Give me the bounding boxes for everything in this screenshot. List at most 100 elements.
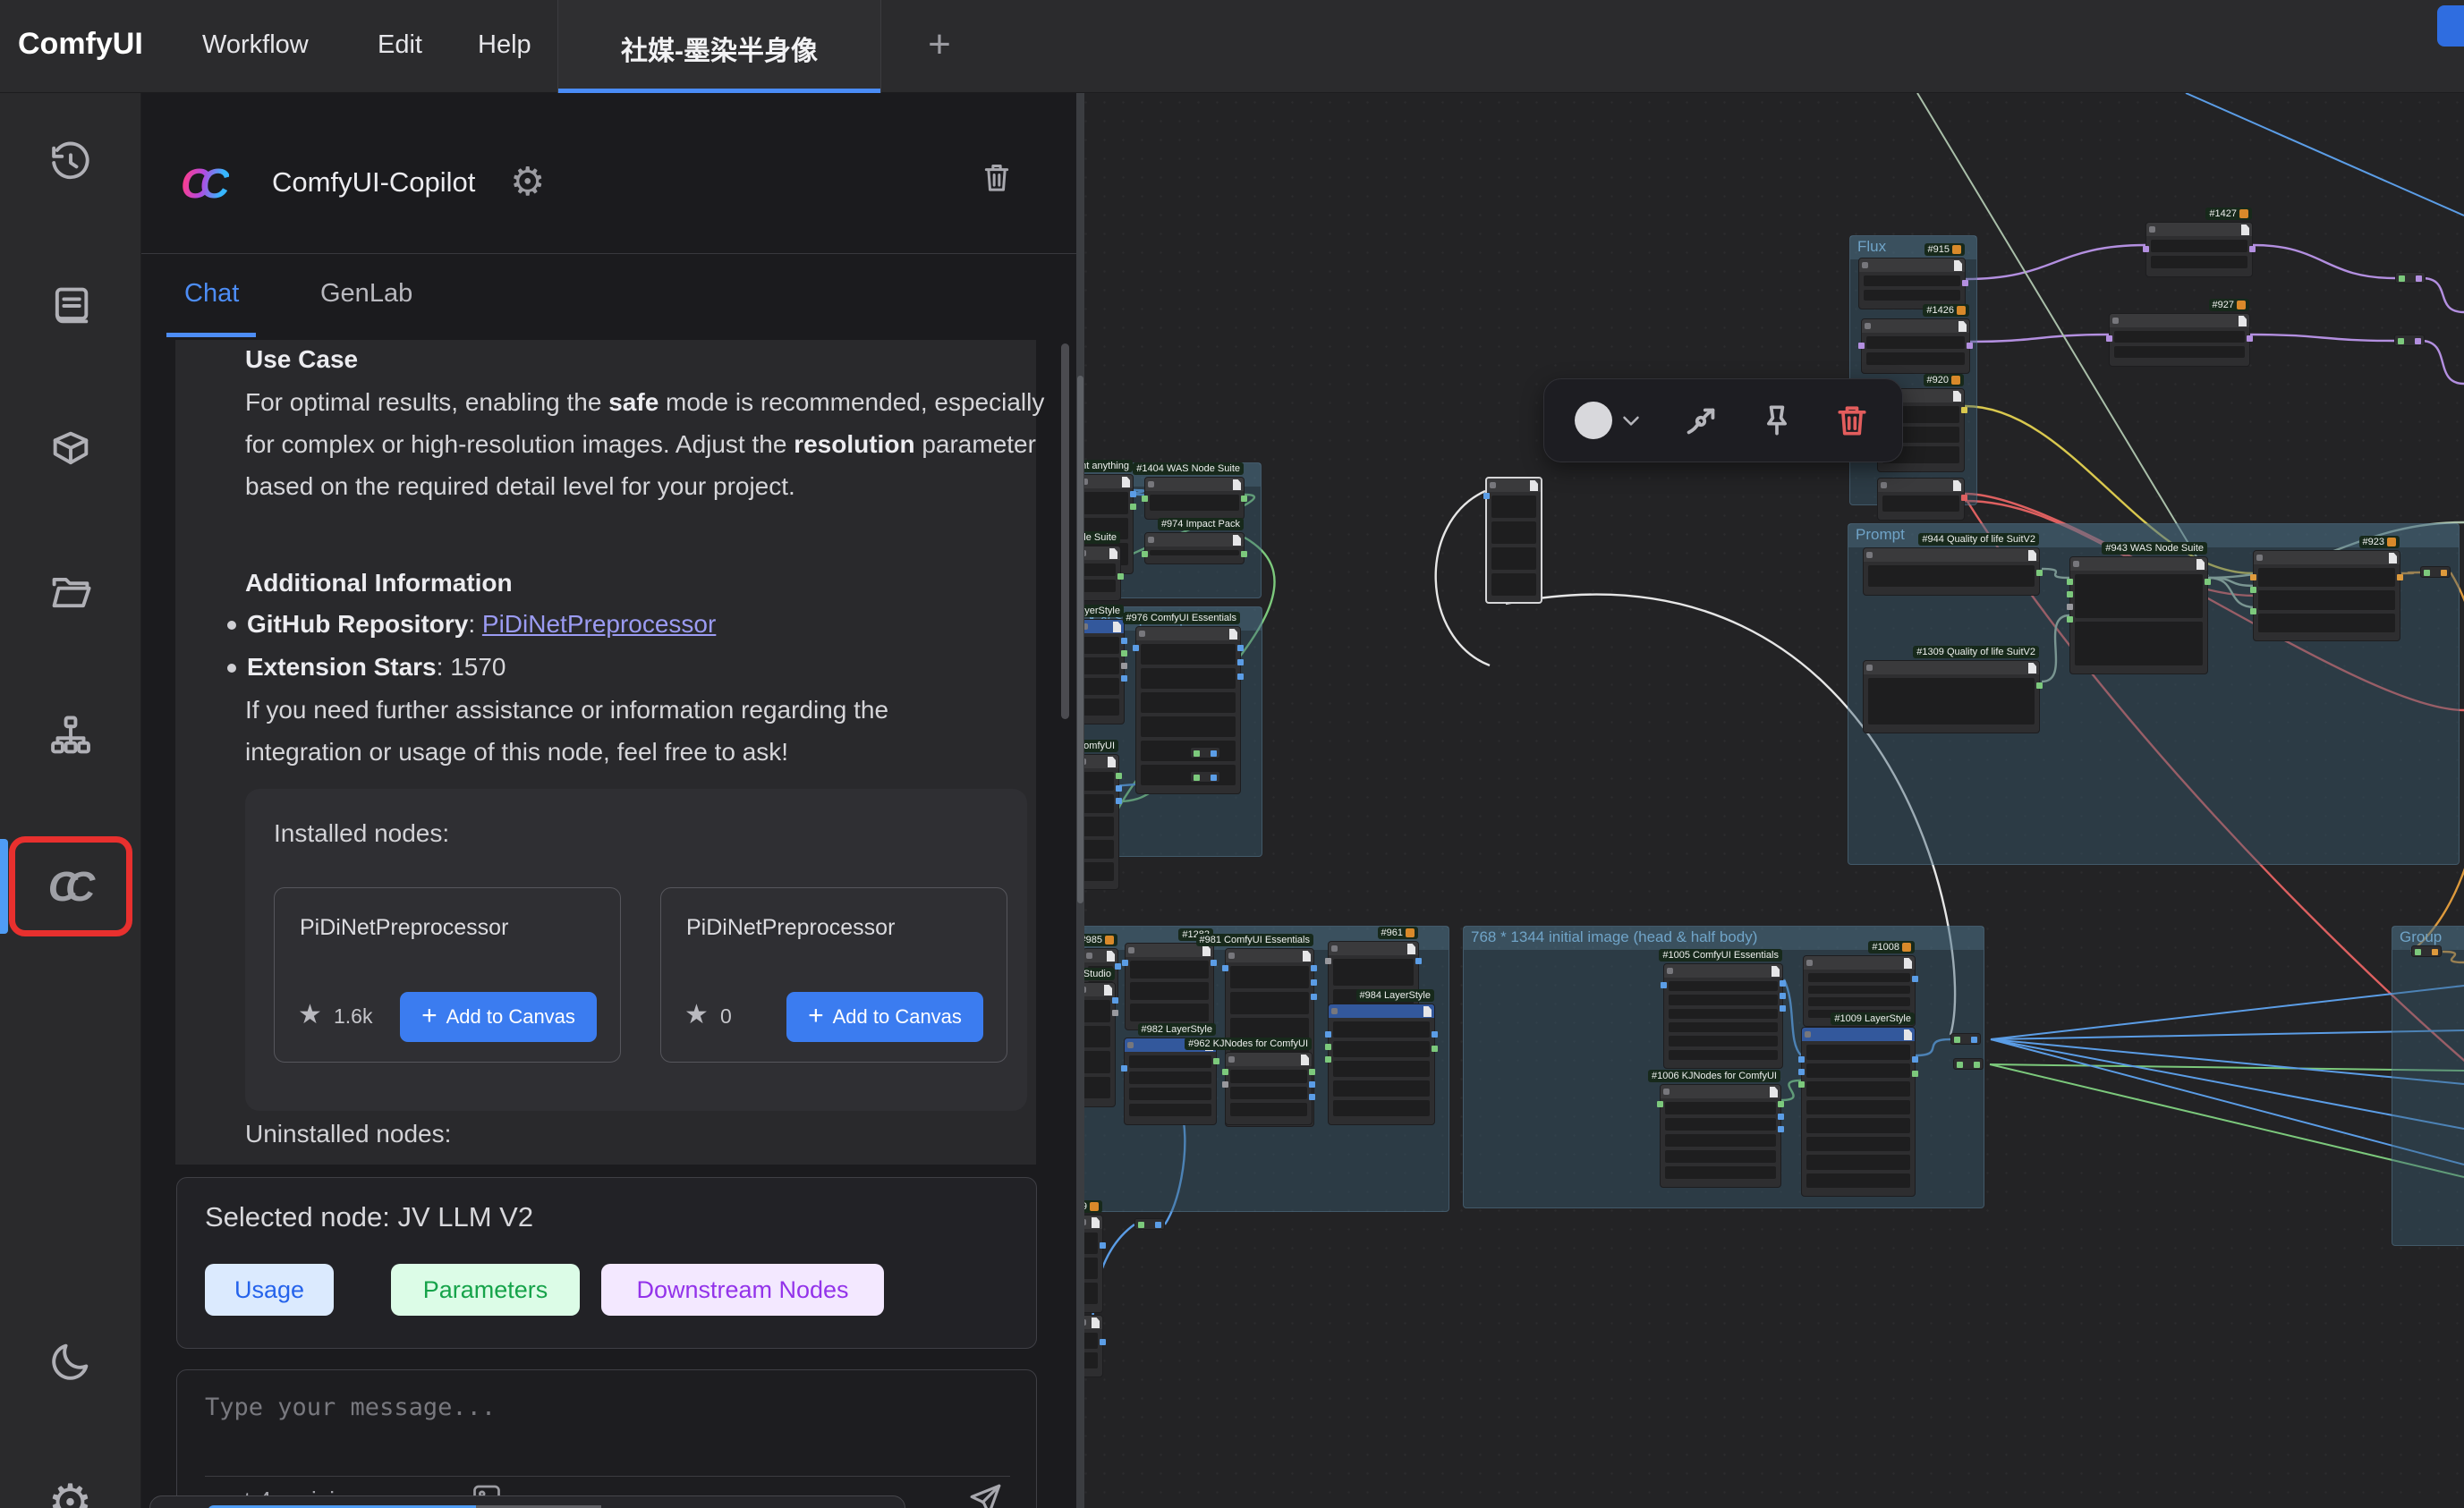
node-port[interactable] [1798, 1081, 1805, 1088]
node-header[interactable] [1145, 533, 1244, 546]
node-port[interactable] [1432, 1046, 1438, 1052]
node-port[interactable] [2143, 246, 2149, 252]
node-header[interactable] [1864, 661, 2039, 674]
node-port[interactable] [1121, 650, 1127, 657]
node-header[interactable] [1226, 1053, 1312, 1066]
collapse-dot-icon[interactable] [1127, 1042, 1134, 1048]
node-port[interactable] [1112, 1010, 1118, 1016]
node-port[interactable] [1138, 1222, 1144, 1228]
node-port[interactable] [2036, 682, 2043, 689]
node-port[interactable] [1798, 1056, 1805, 1063]
canvas-node[interactable]: #943 WAS Node Suite [2069, 556, 2208, 674]
downstream-nodes-tag-button[interactable]: Downstream Nodes [601, 1264, 884, 1316]
log-icon[interactable] [46, 281, 96, 331]
bypass-node-button[interactable] [1680, 400, 1721, 441]
collapsed-node[interactable] [1134, 1218, 1165, 1230]
collapse-dot-icon[interactable] [1805, 1031, 1811, 1038]
collapse-dot-icon[interactable] [1331, 945, 1338, 952]
node-port[interactable] [1974, 1062, 1980, 1068]
canvas-node[interactable]: #1404 WAS Node Suite [1144, 477, 1245, 520]
node-port[interactable] [2067, 591, 2073, 597]
collapsed-node[interactable] [2420, 566, 2451, 578]
node-port[interactable] [2205, 579, 2211, 585]
chat-scrollbar[interactable] [1061, 343, 1069, 719]
node-port[interactable] [1798, 1069, 1805, 1075]
collapse-dot-icon[interactable] [1490, 482, 1496, 488]
node-port[interactable] [1432, 1031, 1438, 1038]
sidebar-item-copilot[interactable]: CC [9, 836, 132, 936]
collapse-dot-icon[interactable] [1862, 262, 1868, 268]
panel-resize-thumb[interactable] [1077, 376, 1083, 903]
node-port[interactable] [2398, 338, 2404, 344]
canvas-node[interactable] [1485, 477, 1542, 604]
node-header[interactable] [1136, 627, 1240, 640]
node-port[interactable] [1211, 960, 1217, 966]
node-graph-canvas[interactable]: FluxPromptk & simple caption768 * 1344 i… [1076, 93, 2464, 1508]
node-header[interactable] [1802, 1028, 1915, 1041]
canvas-node[interactable]: #962 KJNodes for ComfyUI [1225, 1052, 1313, 1125]
node-port[interactable] [1961, 495, 1967, 501]
node-port[interactable] [1912, 1071, 1918, 1077]
node-port[interactable] [1241, 551, 1247, 557]
node-header[interactable] [2254, 551, 2400, 564]
collapse-dot-icon[interactable] [1331, 1008, 1338, 1014]
node-port[interactable] [1325, 1044, 1331, 1050]
node-port[interactable] [2250, 587, 2256, 593]
canvas-node[interactable]: #976 ComfyUI Essentials [1135, 626, 1241, 794]
collapse-dot-icon[interactable] [2073, 561, 2079, 567]
node-port[interactable] [2250, 608, 2256, 614]
node-port[interactable] [2249, 246, 2256, 252]
node-port[interactable] [1237, 659, 1244, 665]
collapse-dot-icon[interactable] [1865, 323, 1871, 329]
node-port[interactable] [1213, 1058, 1219, 1064]
canvas-node[interactable]: #1009 LayerStyle [1801, 1027, 1916, 1197]
node-port[interactable] [1325, 958, 1331, 964]
canvas-node[interactable]: #1282 [1125, 943, 1214, 1030]
node-port[interactable] [2106, 335, 2112, 342]
collapse-dot-icon[interactable] [1228, 953, 1235, 959]
node-header[interactable] [1864, 548, 2039, 562]
node-color-picker[interactable] [1575, 402, 1644, 439]
node-port[interactable] [1962, 280, 1968, 286]
node-port[interactable] [1858, 343, 1865, 349]
copilot-settings-icon[interactable]: ⚙ [510, 159, 545, 205]
node-header[interactable] [2110, 314, 2249, 327]
menu-edit[interactable]: Edit [378, 30, 422, 60]
node-port[interactable] [1142, 496, 1148, 502]
collapse-dot-icon[interactable] [1148, 537, 1154, 543]
node-header[interactable] [1804, 956, 1915, 970]
canvas-node[interactable]: #974 Impact Pack [1144, 532, 1245, 564]
theme-moon-icon[interactable] [46, 1336, 96, 1386]
node-port[interactable] [2399, 275, 2405, 282]
new-workflow-button[interactable]: + [913, 23, 966, 70]
node-port[interactable] [1121, 1065, 1127, 1072]
node-port[interactable] [1116, 798, 1122, 804]
node-port[interactable] [1237, 645, 1244, 651]
collapse-dot-icon[interactable] [1086, 953, 1092, 959]
node-port[interactable] [1483, 493, 1490, 499]
collapse-dot-icon[interactable] [1806, 960, 1813, 966]
node-port[interactable] [1194, 775, 1200, 781]
node-port[interactable] [2424, 570, 2430, 576]
node-port[interactable] [1311, 979, 1317, 986]
node-port[interactable] [2067, 604, 2073, 610]
collapsed-node[interactable] [2394, 335, 2425, 346]
history-icon[interactable] [46, 138, 96, 188]
node-port[interactable] [1778, 1126, 1784, 1132]
collapse-dot-icon[interactable] [1667, 968, 1673, 974]
node-port[interactable] [1222, 965, 1228, 971]
message-input[interactable]: Type your message... [205, 1394, 496, 1421]
delete-node-button[interactable] [1832, 401, 1872, 440]
node-header[interactable] [2146, 223, 2252, 236]
node-port[interactable] [1311, 994, 1317, 1000]
node-port[interactable] [2397, 574, 2403, 580]
collapsed-node[interactable] [1950, 1033, 1981, 1045]
node-port[interactable] [1211, 775, 1217, 781]
node-port[interactable] [2250, 574, 2256, 580]
workflows-icon[interactable] [46, 710, 96, 760]
node-port[interactable] [1130, 504, 1136, 510]
canvas-node[interactable]: #923 [2253, 550, 2400, 641]
node-port[interactable] [2441, 570, 2447, 576]
collapsed-node[interactable] [2411, 945, 2442, 957]
collapsed-node[interactable] [2395, 272, 2426, 284]
